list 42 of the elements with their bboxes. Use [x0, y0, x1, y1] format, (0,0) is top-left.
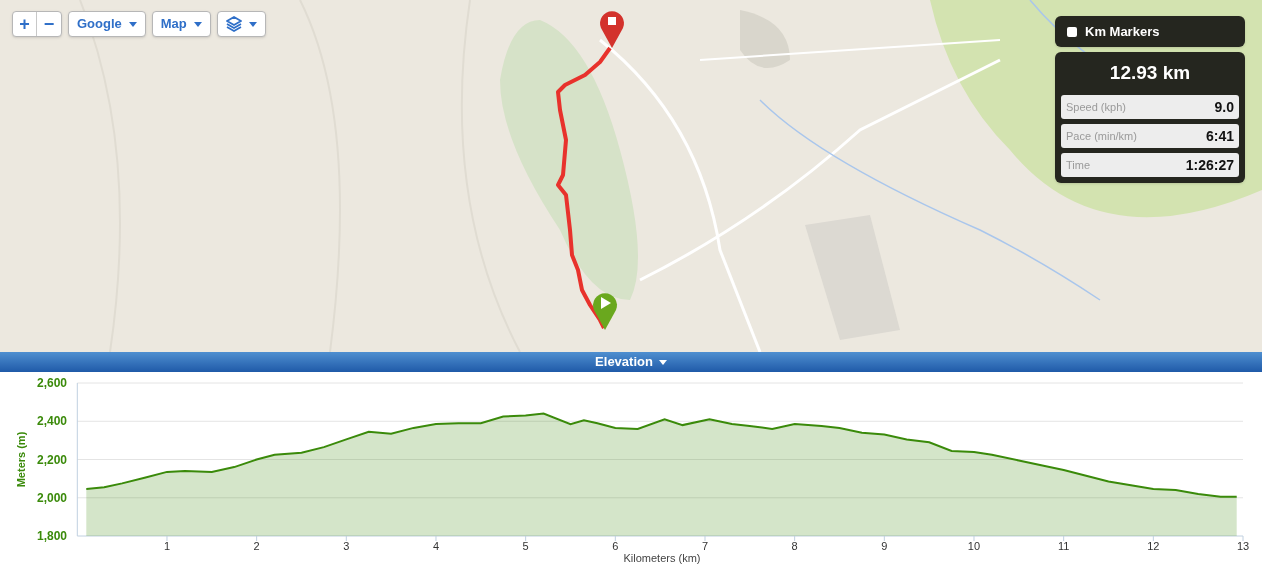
- x-tick-label: 11: [1057, 540, 1070, 552]
- checkbox[interactable]: [1067, 26, 1077, 37]
- stat-label: Speed (kph): [1066, 99, 1126, 115]
- x-tick-label: 4: [432, 540, 440, 552]
- x-tick-label: 3: [343, 540, 350, 552]
- zoom-out-button[interactable]: −: [37, 12, 61, 36]
- stat-label: Time: [1066, 157, 1091, 173]
- x-tick-label: 10: [967, 540, 981, 552]
- x-tick-label: 1: [163, 540, 171, 552]
- caret-icon: [128, 21, 137, 27]
- caret-icon: [248, 21, 257, 27]
- x-tick-label: 6: [612, 540, 619, 552]
- x-axis-title: Kilometers (km): [623, 552, 701, 564]
- stat-value: 6:41: [1205, 126, 1234, 146]
- y-tick-label: 1,800: [36, 529, 67, 543]
- stat-label: Pace (min/km): [1066, 128, 1137, 144]
- layers-icon: [225, 16, 242, 32]
- x-tick-label: 13: [1236, 540, 1250, 552]
- y-tick-label: 2,000: [36, 490, 67, 505]
- elevation-dropdown[interactable]: Elevation: [595, 352, 667, 372]
- y-tick-label: 2,400: [36, 414, 67, 429]
- stat-value: 1:26:27: [1185, 155, 1234, 175]
- caret-icon: [193, 21, 202, 27]
- x-tick-label: 9: [881, 540, 888, 552]
- y-axis-title: Meters (m): [15, 431, 27, 488]
- x-tick-label: 12: [1147, 540, 1160, 552]
- finish-pin-icon: [600, 11, 624, 48]
- x-tick-label: 8: [791, 540, 798, 552]
- stat-value: 9.0: [1214, 97, 1234, 117]
- dropdown-button[interactable]: Google: [68, 11, 146, 37]
- y-tick-label: 2,200: [36, 452, 67, 467]
- start-pin-icon: [593, 293, 617, 330]
- dropdown-button[interactable]: Map: [151, 11, 211, 37]
- distance-value: 12.93 km: [1108, 61, 1192, 85]
- x-tick-label: 2: [253, 540, 260, 552]
- x-tick-label: 7: [701, 540, 709, 552]
- km-markers-label: Km Markers: [1085, 22, 1160, 41]
- zoom-in-button[interactable]: +: [13, 12, 37, 36]
- y-tick-label: 2,600: [36, 376, 67, 390]
- x-tick-label: 5: [522, 540, 529, 552]
- caret-icon: [658, 359, 667, 365]
- layers-button[interactable]: [216, 11, 266, 37]
